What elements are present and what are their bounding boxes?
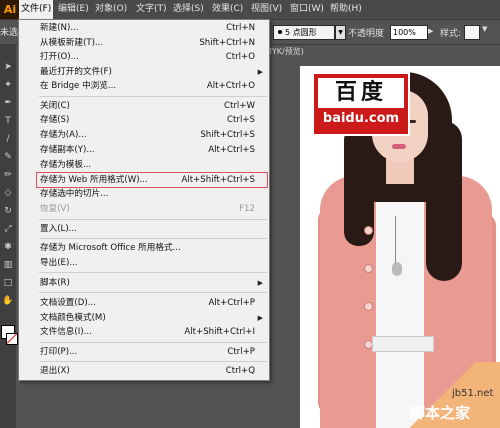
brush-dot-icon [278,30,282,34]
menu-item-scripts[interactable]: 脚本(R) ▶ [19,276,269,290]
menu-separator [39,361,267,362]
menu-item-new[interactable]: 新建(N)... Ctrl+N [19,21,269,35]
watermark-name: 脚本之家 [410,404,471,422]
menu-select[interactable]: 选择(S) [171,0,206,19]
photo-belt [372,336,434,352]
baidu-logo-chars: 百度 [318,78,404,108]
menu-item-save-as[interactable]: 存储为(A)... Shift+Ctrl+S [19,128,269,142]
menu-edit[interactable]: 编辑(E) [56,0,91,19]
style-swatch[interactable] [464,25,480,40]
line-tool-icon[interactable]: / [2,133,14,145]
pen-tool-icon[interactable]: ✒ [2,97,14,109]
photo-necklace [395,216,402,264]
tools-panel: ➤ ✦ ✒ T / ✎ ✏ ◇ ↻ ⤢ ✱ ▥ □ ✋ [0,45,18,428]
photo-button [364,302,373,311]
opacity-input[interactable]: 100% [390,25,428,40]
menu-text[interactable]: 文字(T) [134,0,169,19]
menu-item-save-for-web[interactable]: 存储为 Web 所用格式(W)... Alt+Shift+Ctrl+S [36,172,268,188]
eraser-icon[interactable]: ◇ [2,187,14,199]
menu-item-browse-bridge[interactable]: 在 Bridge 中浏览... Alt+Ctrl+O [19,79,269,93]
watermark-site: jb51.net [452,388,494,399]
scale-tool-icon[interactable]: ⤢ [2,223,14,235]
menu-item-exit[interactable]: 退出(X) Ctrl+Q [19,364,269,378]
submenu-arrow-icon: ▶ [257,314,263,322]
menu-item-new-from-template[interactable]: 从模板新建(T)... Shift+Ctrl+N [19,36,269,50]
selection-tool-icon[interactable]: ➤ [2,61,14,73]
menu-item-export[interactable]: 导出(E)... [19,256,269,270]
stroke-swatch[interactable] [6,333,18,345]
menu-item-print[interactable]: 打印(P)... Ctrl+P [19,345,269,359]
menu-item-document-setup[interactable]: 文档设置(D)... Alt+Ctrl+P [19,296,269,310]
menu-separator [39,292,267,293]
menu-view[interactable]: 视图(V) [249,0,284,19]
photo-pendant [392,262,402,276]
pencil-icon[interactable]: ✏ [2,169,14,181]
photo-lips [392,144,406,149]
menu-item-close[interactable]: 关闭(C) Ctrl+W [19,99,269,113]
menu-item-save-copy[interactable]: 存储副本(Y)... Alt+Ctrl+S [19,143,269,157]
app-logo: Ai [0,0,20,19]
baidu-logo-domain: baidu.com [322,111,400,126]
menu-item-save-office[interactable]: 存储为 Microsoft Office 所用格式... [19,241,269,255]
chevron-down-icon[interactable]: ▼ [482,25,487,33]
menu-window[interactable]: 窗口(W) [288,0,326,19]
photo-button [364,264,373,273]
menu-bar: Ai 文件(F) 编辑(E) 对象(O) 文字(T) 选择(S) 效果(C) 视… [0,0,500,20]
menu-file[interactable]: 文件(F) [19,0,54,19]
menu-item-save[interactable]: 存储(S) Ctrl+S [19,113,269,127]
menu-object[interactable]: 对象(O) [93,0,129,19]
menu-item-document-color-mode[interactable]: 文档颜色模式(M) ▶ [19,311,269,325]
menu-item-revert: 恢复(V) F12 [40,204,255,214]
menu-item-file-info[interactable]: 文件信息(I)... Alt+Shift+Ctrl+I [19,325,269,339]
opacity-label[interactable]: 不透明度 [348,26,384,39]
chevron-down-icon[interactable]: ▼ [335,25,346,40]
file-menu-dropdown: 新建(N)... Ctrl+N 从模板新建(T)... Shift+Ctrl+N 打… [18,19,270,381]
artboard-tool-icon[interactable]: □ [2,277,14,289]
menu-separator [39,342,267,343]
menu-separator [39,272,267,273]
submenu-arrow-icon: ▶ [257,68,263,76]
hand-tool-icon[interactable]: ✋ [2,295,14,307]
paintbrush-icon[interactable]: ✎ [2,151,14,163]
menu-item-open-recent[interactable]: 最近打开的文件(F) ▶ [19,65,269,79]
menu-separator [39,219,267,220]
menu-item-open[interactable]: 打开(O)... Ctrl+O [19,50,269,64]
menu-item-place[interactable]: 置入(L)... [19,222,269,236]
opacity-arrow-icon[interactable]: ▶ [428,25,436,38]
menu-help[interactable]: 帮助(H) [328,0,364,19]
photo-button [364,226,373,235]
menu-separator [39,238,267,239]
graph-tool-icon[interactable]: ▥ [2,259,14,271]
selection-status: 未选 [0,28,19,38]
menu-item-save-template[interactable]: 存储为模板... [19,158,269,172]
symbol-sprayer-icon[interactable]: ✱ [2,241,14,253]
canvas-background [268,58,300,428]
baidu-logo: 百度 baidu.com [312,72,410,136]
menu-item-save-slices[interactable]: 存储选中的切片... [19,187,269,201]
menu-effect[interactable]: 效果(C) [210,0,245,19]
magic-wand-icon[interactable]: ✦ [2,79,14,91]
submenu-arrow-icon: ▶ [257,279,263,287]
style-label: 样式: [440,29,462,39]
brush-stroke-select[interactable]: 5 点圆形 [273,25,335,40]
rotate-tool-icon[interactable]: ↻ [2,205,14,217]
type-tool-icon[interactable]: T [2,115,14,127]
menu-separator [39,96,267,97]
brush-stroke-value: 5 点圆形 [285,28,317,37]
